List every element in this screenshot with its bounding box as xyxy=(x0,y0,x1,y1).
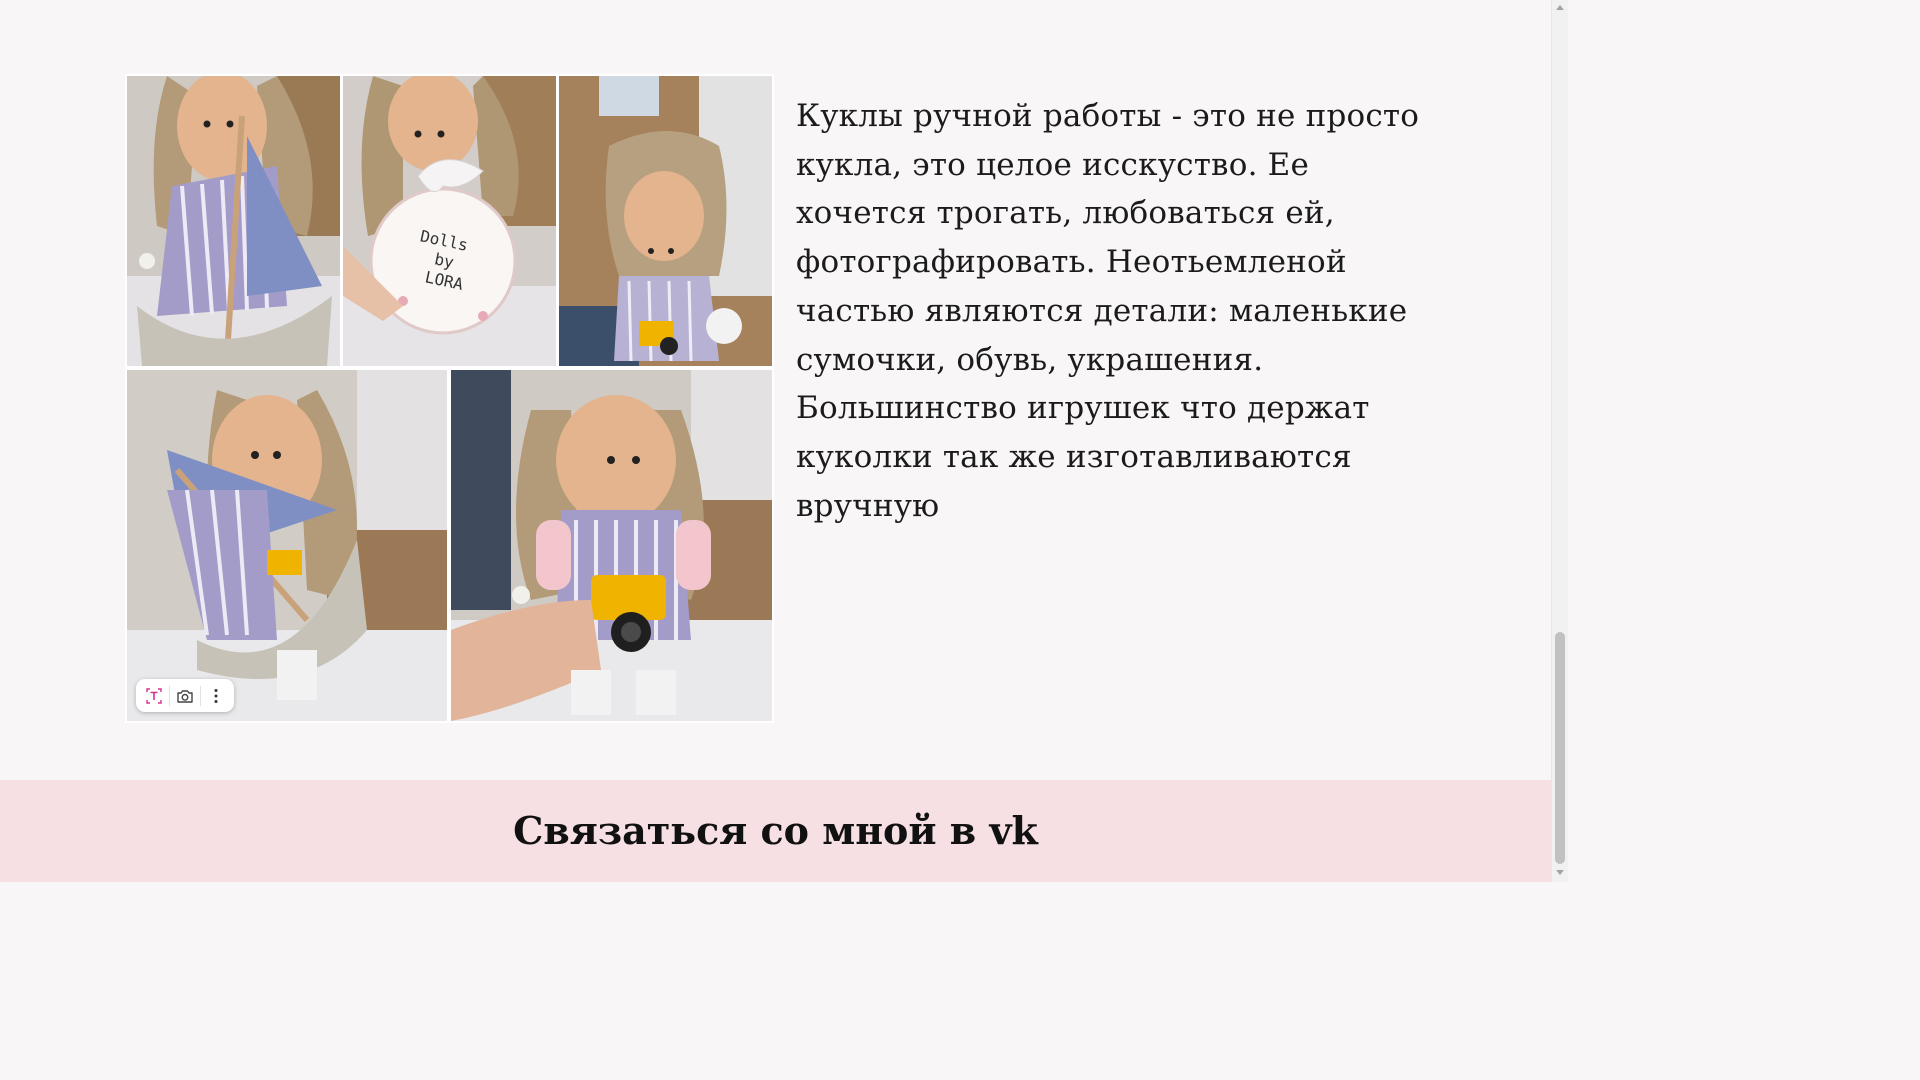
scroll-up-arrow-icon[interactable] xyxy=(1556,5,1564,10)
photo-gallery: Dolls by LORA xyxy=(125,74,774,723)
doll-holding-sailboat-photo[interactable] xyxy=(127,370,447,721)
more-options-button[interactable] xyxy=(202,683,230,709)
text-select-icon xyxy=(145,687,162,704)
doll-description-text: Куклы ручной работы - это не просто кукл… xyxy=(796,98,1420,524)
doll-with-camera-photo[interactable] xyxy=(451,370,772,721)
vertical-scrollbar[interactable] xyxy=(1551,0,1568,882)
doll-with-sailboat-photo[interactable] xyxy=(127,76,340,366)
text-select-button[interactable] xyxy=(140,683,168,709)
toolbar-divider xyxy=(200,685,202,706)
doll-in-box-photo[interactable] xyxy=(559,76,772,366)
toolbar-divider xyxy=(168,685,170,706)
scrollbar-thumb[interactable] xyxy=(1555,632,1565,864)
content-section: Dolls by LORA Куклы ручной работы - это … xyxy=(0,0,1551,780)
camera-icon xyxy=(177,689,193,703)
contact-vk-link[interactable]: Связаться со мной в vk xyxy=(0,808,1551,853)
more-vertical-icon xyxy=(214,688,218,703)
scroll-down-arrow-icon[interactable] xyxy=(1556,870,1564,875)
dolls-by-lora-tag-photo[interactable]: Dolls by LORA xyxy=(343,76,556,366)
page: Dolls by LORA Куклы ручной работы - это … xyxy=(0,0,1568,882)
camera-button[interactable] xyxy=(171,683,199,709)
image-toolbar xyxy=(136,679,234,712)
